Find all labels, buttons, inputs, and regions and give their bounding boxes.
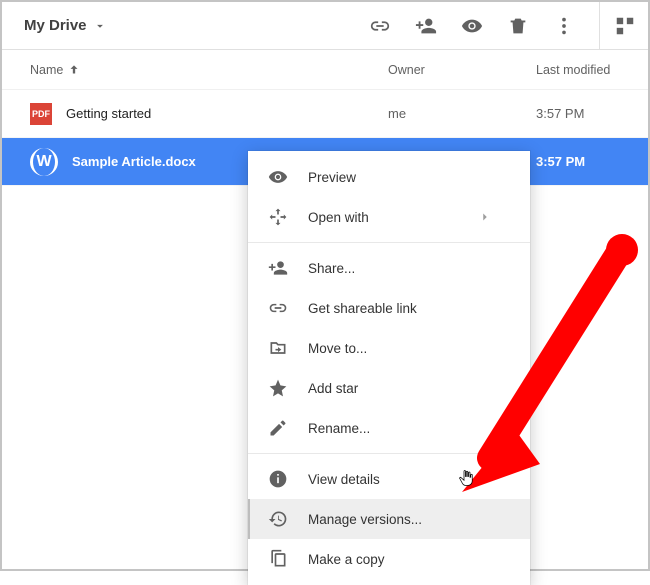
word-doc-icon: W xyxy=(30,148,58,176)
menu-divider xyxy=(248,453,530,454)
eye-icon xyxy=(268,167,288,187)
history-icon xyxy=(268,509,288,529)
context-menu: Preview Open with Share... Get shareable… xyxy=(248,151,530,585)
menu-divider xyxy=(248,242,530,243)
toolbar-actions xyxy=(369,15,575,37)
link-icon xyxy=(268,298,288,318)
menu-open-with[interactable]: Open with xyxy=(248,197,530,237)
open-with-icon xyxy=(268,207,288,227)
column-header-row: Name Owner Last modified xyxy=(2,50,648,90)
menu-move-to[interactable]: Move to... xyxy=(248,328,530,368)
menu-add-star[interactable]: Add star xyxy=(248,368,530,408)
caret-down-icon xyxy=(93,19,107,33)
column-name[interactable]: Name xyxy=(30,63,388,77)
file-name: Getting started xyxy=(66,106,151,121)
move-to-icon xyxy=(268,338,288,358)
column-owner[interactable]: Owner xyxy=(388,63,536,77)
file-modified: 3:57 PM xyxy=(536,106,648,121)
more-icon[interactable] xyxy=(553,15,575,37)
toolbar: My Drive xyxy=(2,2,648,50)
person-add-icon xyxy=(268,258,288,278)
copy-icon xyxy=(268,549,288,569)
person-add-icon[interactable] xyxy=(415,15,437,37)
info-icon xyxy=(268,469,288,489)
menu-preview[interactable]: Preview xyxy=(248,157,530,197)
grid-view-icon[interactable] xyxy=(614,15,636,37)
star-icon xyxy=(268,378,288,398)
column-modified[interactable]: Last modified xyxy=(536,63,648,77)
toolbar-divider xyxy=(599,2,600,50)
menu-make-copy[interactable]: Make a copy xyxy=(248,539,530,579)
cursor-icon xyxy=(458,469,476,492)
menu-manage-versions[interactable]: Manage versions... xyxy=(248,499,530,539)
menu-rename[interactable]: Rename... xyxy=(248,408,530,448)
file-modified: 3:57 PM xyxy=(536,154,648,169)
menu-shareable-link[interactable]: Get shareable link xyxy=(248,288,530,328)
file-name: Sample Article.docx xyxy=(72,154,196,169)
file-row[interactable]: PDF Getting started me 3:57 PM xyxy=(2,90,648,138)
folder-selector[interactable]: My Drive xyxy=(24,17,107,34)
pdf-icon: PDF xyxy=(30,103,52,125)
rename-icon xyxy=(268,418,288,438)
folder-name: My Drive xyxy=(24,17,87,34)
chevron-right-icon xyxy=(478,210,492,224)
link-icon[interactable] xyxy=(369,15,391,37)
menu-view-details[interactable]: View details xyxy=(248,459,530,499)
sort-asc-icon xyxy=(67,63,81,77)
file-owner: me xyxy=(388,106,536,121)
preview-icon[interactable] xyxy=(461,15,483,37)
trash-icon[interactable] xyxy=(507,15,529,37)
menu-share[interactable]: Share... xyxy=(248,248,530,288)
